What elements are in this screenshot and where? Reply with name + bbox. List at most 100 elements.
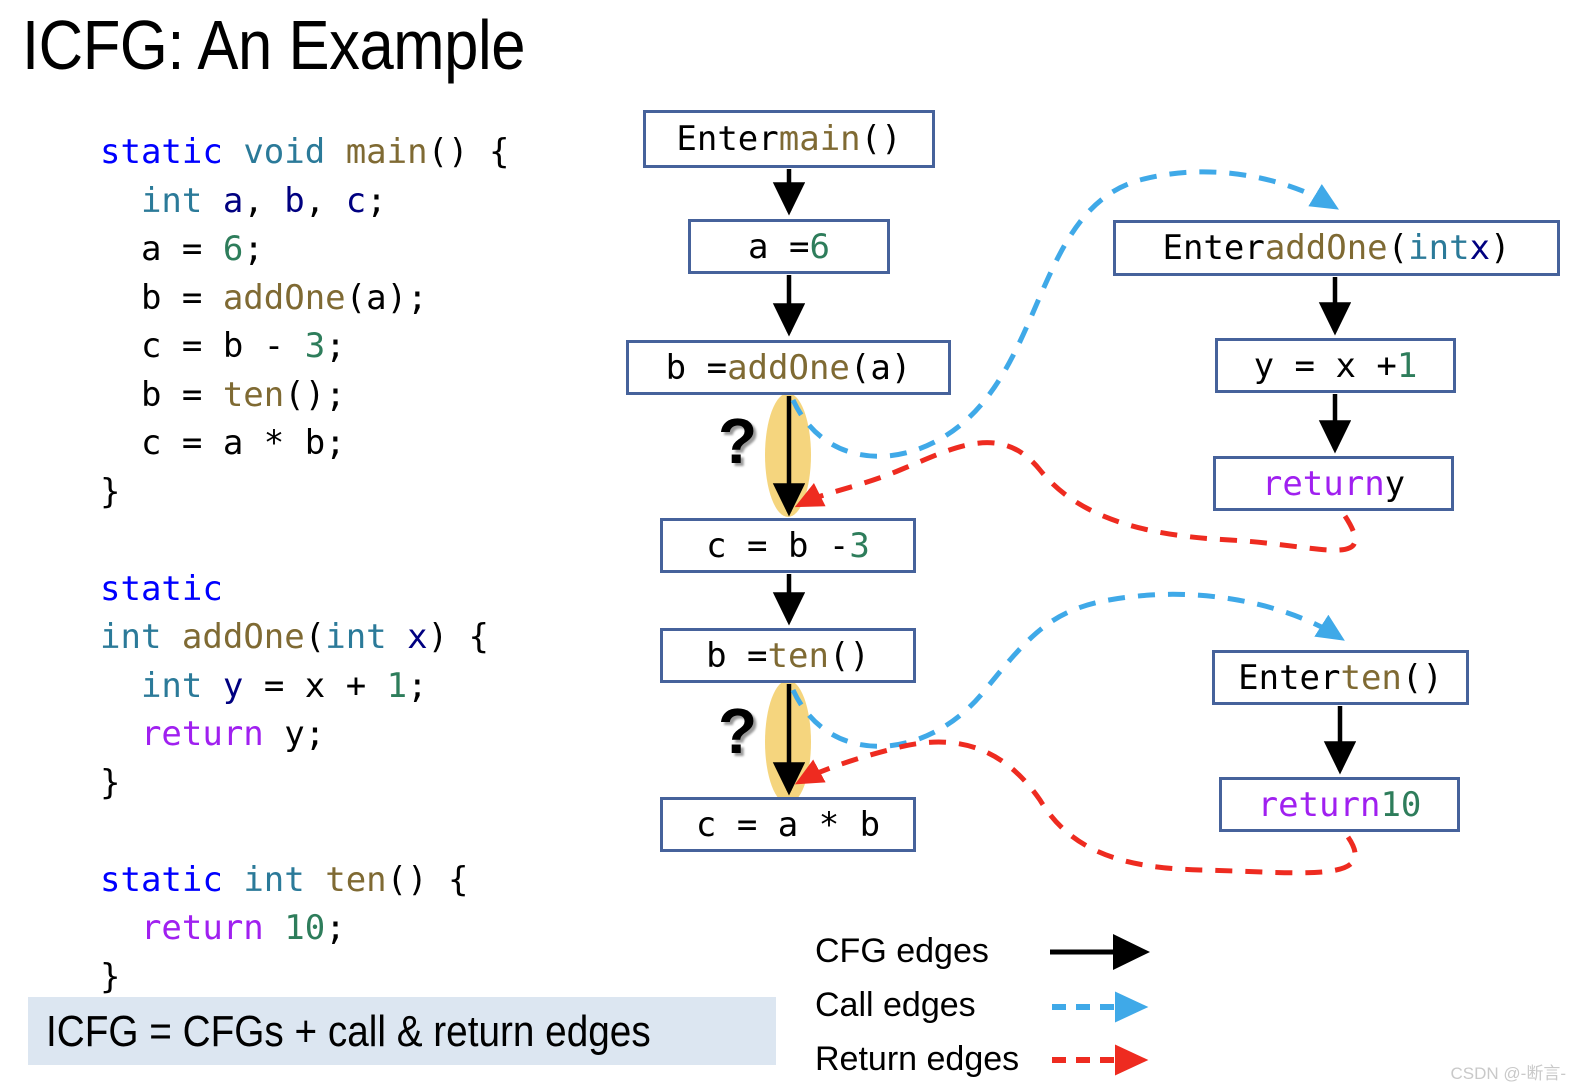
code-token: c bbox=[345, 180, 367, 221]
graph-node-token: Enter bbox=[1162, 228, 1265, 268]
source-code-panel: static void main() { int a, b, c; a = 6;… bbox=[100, 128, 620, 1001]
legend-label-cfg-edges: CFG edges bbox=[815, 932, 989, 970]
code-token: return bbox=[140, 908, 264, 948]
graph-node-token: 10 bbox=[1380, 784, 1422, 825]
graph-node-token: () bbox=[860, 119, 902, 159]
graph-node-return-10[interactable]: return 10 bbox=[1219, 777, 1460, 832]
code-token: ; bbox=[407, 665, 428, 706]
graph-node-c-a-b[interactable]: c = a * b bbox=[660, 797, 916, 852]
code-token: a bbox=[222, 180, 244, 221]
graph-node-token: c = a * b bbox=[695, 804, 881, 845]
code-token: int bbox=[325, 617, 387, 657]
graph-node-token: () bbox=[1401, 657, 1443, 698]
graph-node-token: Enter bbox=[1238, 657, 1341, 698]
graph-node-b-addone[interactable]: b = addOne (a) bbox=[626, 340, 951, 395]
code-token: addOne bbox=[181, 617, 305, 657]
code-token: ; bbox=[243, 229, 264, 269]
graph-node-token: () bbox=[828, 635, 870, 676]
code-token: ) { bbox=[427, 617, 490, 657]
code-token: int bbox=[243, 859, 305, 900]
graph-node-token: addOne bbox=[727, 347, 850, 388]
graph-node-token: 3 bbox=[849, 525, 870, 566]
code-token: () { bbox=[427, 132, 510, 172]
code-token: , bbox=[304, 180, 346, 221]
graph-node-a-eq-6[interactable]: a = 6 bbox=[688, 219, 890, 274]
graph-node-token: a = bbox=[748, 226, 810, 267]
graph-node-enter-main[interactable]: Enter main() bbox=[643, 110, 935, 168]
code-token: 6 bbox=[222, 229, 244, 269]
graph-node-token: addOne bbox=[1264, 228, 1388, 268]
question-mark-icon-ten: ? bbox=[718, 695, 758, 767]
code-token: return bbox=[140, 714, 264, 754]
code-line: c = a * b; bbox=[100, 419, 620, 468]
code-token: static bbox=[100, 132, 223, 172]
code-line: int addOne(int x) { bbox=[100, 613, 620, 662]
code-token: (a); bbox=[345, 277, 428, 318]
code-token: ; bbox=[366, 180, 387, 221]
code-token: c = b - bbox=[100, 326, 305, 366]
graph-node-return-y[interactable]: return y bbox=[1213, 456, 1454, 511]
question-mark-icon-addone: ? bbox=[718, 405, 758, 477]
graph-node-b-ten[interactable]: b = ten() bbox=[660, 628, 916, 683]
summary-banner-text: ICFG = CFGs + call & return edges bbox=[46, 1007, 651, 1056]
code-line: return 10; bbox=[100, 904, 620, 953]
graph-node-c-b-3[interactable]: c = b - 3 bbox=[660, 518, 916, 573]
code-token: 3 bbox=[304, 326, 326, 366]
highlight-ellipse-addone bbox=[765, 393, 811, 517]
code-line bbox=[100, 516, 620, 565]
code-token: void bbox=[243, 132, 326, 172]
legend-label-return-edges: Return edges bbox=[815, 1040, 1020, 1078]
code-token: y; bbox=[263, 714, 326, 754]
code-token: (); bbox=[284, 374, 346, 415]
code-token: ; bbox=[325, 908, 346, 948]
code-token: 10 bbox=[284, 908, 326, 948]
code-line: static void main() { bbox=[100, 128, 620, 177]
code-line: a = 6; bbox=[100, 225, 620, 274]
code-line: int y = x + 1; bbox=[100, 662, 620, 711]
graph-node-enter-ten[interactable]: Enter ten() bbox=[1212, 650, 1469, 705]
graph-node-y-x-1[interactable]: y = x + 1 bbox=[1215, 338, 1456, 393]
code-token: } bbox=[100, 956, 121, 997]
code-token: int bbox=[140, 665, 203, 706]
code-token: static bbox=[100, 859, 223, 900]
highlight-ellipse-ten bbox=[765, 680, 811, 804]
graph-node-enter-addone[interactable]: Enter addOne(int x) bbox=[1113, 220, 1560, 276]
graph-node-token: ten bbox=[1340, 657, 1402, 698]
code-line: } bbox=[100, 468, 620, 517]
code-line: int a, b, c; bbox=[100, 177, 620, 226]
graph-node-token: ) bbox=[1490, 228, 1511, 268]
code-token: ten bbox=[222, 374, 285, 415]
code-token: int bbox=[100, 617, 162, 657]
code-token: ; bbox=[325, 326, 346, 366]
slide-canvas: ICFG: An Example static void main() { in… bbox=[0, 0, 1578, 1090]
graph-node-token: x bbox=[1469, 228, 1491, 268]
code-token: = x + bbox=[243, 665, 387, 706]
graph-node-token: b = bbox=[706, 635, 768, 676]
code-token: ( bbox=[304, 617, 326, 657]
code-line: c = b - 3; bbox=[100, 322, 620, 371]
graph-node-token: y bbox=[1384, 463, 1406, 504]
code-token: } bbox=[100, 762, 121, 803]
call-edge-addone bbox=[790, 169, 1339, 459]
graph-node-token: return bbox=[1257, 784, 1381, 825]
code-line: static int ten() { bbox=[100, 856, 620, 905]
code-token: , bbox=[243, 180, 285, 221]
summary-banner: ICFG = CFGs + call & return edges bbox=[28, 997, 776, 1065]
code-token: () { bbox=[386, 859, 469, 900]
code-line bbox=[100, 807, 620, 856]
code-line: static bbox=[100, 565, 620, 614]
graph-node-token: (a) bbox=[849, 347, 912, 388]
code-token: ten bbox=[325, 859, 387, 900]
graph-node-token: return bbox=[1261, 463, 1385, 504]
graph-node-token: ( bbox=[1387, 228, 1409, 268]
